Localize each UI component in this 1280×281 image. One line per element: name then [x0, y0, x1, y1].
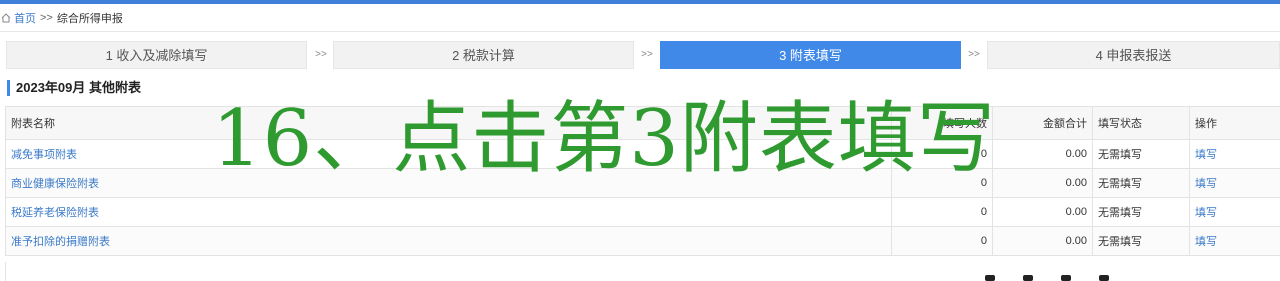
row-count: 0 — [891, 139, 993, 169]
step-separator: >> — [641, 49, 653, 60]
header-amount: 金额合计 — [992, 106, 1093, 140]
row-amount: 0.00 — [992, 168, 1093, 198]
step-submit[interactable]: 4 申报表报送 — [987, 41, 1280, 69]
step-attachments[interactable]: 3 附表填写 — [660, 41, 961, 69]
home-icon — [1, 13, 11, 23]
table-row: 减免事项附表 0 0.00 无需填写 填写 — [5, 139, 1280, 169]
step-income[interactable]: 1 收入及减除填写 — [6, 41, 307, 69]
step-progress: 1 收入及减除填写 >> 2 税款计算 >> 3 附表填写 >> 4 申报表报送 — [6, 41, 1280, 69]
step-separator: >> — [968, 49, 980, 60]
row-status: 无需填写 — [1092, 139, 1190, 169]
cropped-text-fragment — [985, 270, 1185, 281]
table-row: 准予扣除的捐赠附表 0 0.00 无需填写 填写 — [5, 226, 1280, 256]
fill-button[interactable]: 填写 — [1195, 149, 1217, 161]
table-row: 税延养老保险附表 0 0.00 无需填写 填写 — [5, 197, 1280, 227]
row-amount: 0.00 — [992, 226, 1093, 256]
attachment-link-pension-insurance[interactable]: 税延养老保险附表 — [11, 207, 99, 219]
breadcrumb-home-link[interactable]: 首页 — [14, 10, 36, 26]
attachment-link-health-insurance[interactable]: 商业健康保险附表 — [11, 178, 99, 190]
header-name: 附表名称 — [5, 106, 892, 140]
top-accent-bar — [0, 0, 1280, 4]
attachment-link-donation[interactable]: 准予扣除的捐赠附表 — [11, 236, 110, 248]
row-count: 0 — [891, 197, 993, 227]
breadcrumb-current: 综合所得申报 — [56, 13, 123, 25]
table-row: 商业健康保险附表 0 0.00 无需填写 填写 — [5, 168, 1280, 198]
step-tax-calc[interactable]: 2 税款计算 — [333, 41, 634, 69]
divider — [0, 31, 1280, 32]
fill-button[interactable]: 填写 — [1195, 207, 1217, 219]
breadcrumb-separator: >> — [40, 12, 53, 24]
header-status: 填写状态 — [1092, 106, 1190, 140]
row-amount: 0.00 — [992, 197, 1093, 227]
attachment-link-relief[interactable]: 减免事项附表 — [11, 149, 77, 161]
section-title: 2023年09月 其他附表 — [7, 80, 141, 96]
row-status: 无需填写 — [1092, 197, 1190, 227]
row-amount: 0.00 — [992, 139, 1093, 169]
row-status: 无需填写 — [1092, 226, 1190, 256]
breadcrumb: 首页 >> 综合所得申报 — [0, 10, 123, 26]
row-count: 0 — [891, 168, 993, 198]
row-count: 0 — [891, 226, 993, 256]
fill-button[interactable]: 填写 — [1195, 178, 1217, 190]
fill-button[interactable]: 填写 — [1195, 236, 1217, 248]
table-header-row: 附表名称 填写人数 金额合计 填写状态 操作 — [5, 106, 1280, 140]
step-separator: >> — [315, 49, 327, 60]
row-status: 无需填写 — [1092, 168, 1190, 198]
header-count: 填写人数 — [891, 106, 993, 140]
header-action: 操作 — [1189, 106, 1280, 140]
attachments-table: 附表名称 填写人数 金额合计 填写状态 操作 减免事项附表 0 0.00 无需填… — [5, 106, 1280, 256]
